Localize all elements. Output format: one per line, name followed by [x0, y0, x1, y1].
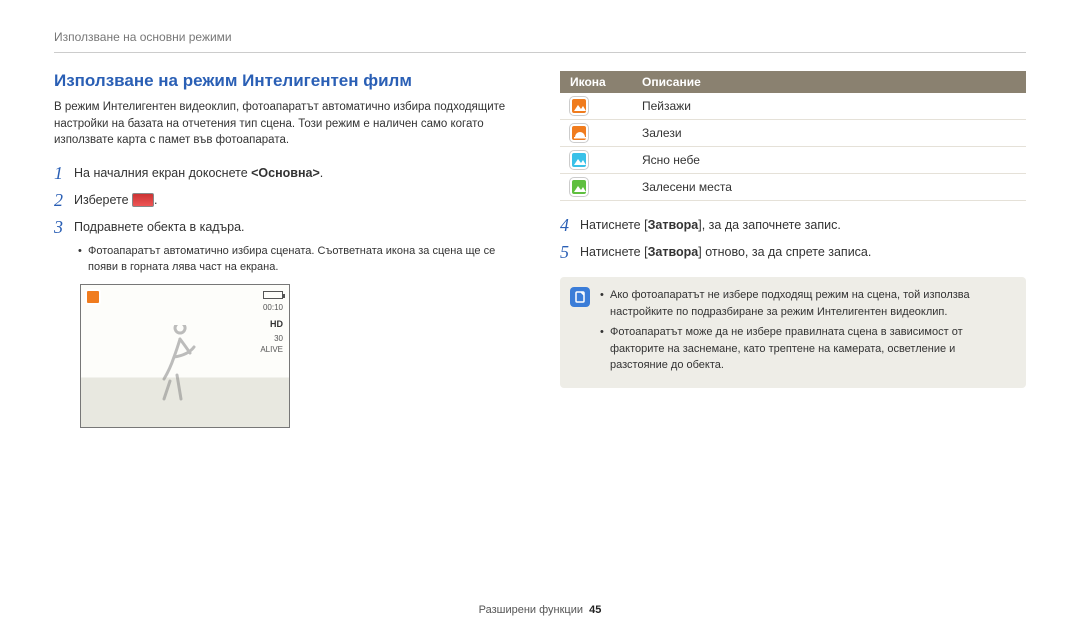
step-number: 3	[54, 217, 74, 238]
section-title: Използване на режим Интелигентен филм	[54, 71, 520, 91]
intro-paragraph: В режим Интелигентен видеоклип, фотоапар…	[54, 99, 520, 149]
cell-desc: Залесени места	[632, 174, 1026, 201]
forest-icon	[570, 178, 588, 196]
th-icon: Икона	[560, 71, 632, 93]
step-text: Натиснете [Затвора], за да започнете зап…	[580, 215, 841, 232]
table-row: Залесени места	[560, 174, 1026, 201]
step-2: 2 Изберете .	[54, 190, 520, 211]
th-desc: Описание	[632, 71, 1026, 93]
right-column: Икона Описание Пейзажи Залези	[560, 71, 1026, 428]
sunset-icon	[570, 124, 588, 142]
note-box: Ако фотоапаратът не избере подходящ режи…	[560, 277, 1026, 388]
step-text: Изберете .	[74, 190, 158, 208]
note-list: Ако фотоапаратът не избере подходящ режи…	[600, 287, 1012, 378]
step-3: 3 Подравнете обекта в кадъра.	[54, 217, 520, 238]
skater-figure	[155, 325, 205, 405]
icon-description-table: Икона Описание Пейзажи Залези	[560, 71, 1026, 201]
step-text: Натиснете [Затвора] отново, за да спрете…	[580, 242, 871, 259]
sub-bullet: Фотоапаратът автоматично избира сцената.…	[54, 244, 520, 276]
step-number: 4	[560, 215, 580, 236]
running-header: Използване на основни режими	[54, 30, 1026, 44]
battery-icon	[263, 291, 283, 299]
step-text: Подравнете обекта в кадъра.	[74, 217, 245, 234]
page: Използване на основни режими Използване …	[0, 0, 1080, 630]
side-labels: 30 ALIVE	[260, 333, 283, 355]
step-4: 4 Натиснете [Затвора], за да започнете з…	[560, 215, 1026, 236]
hd-label: HD	[270, 319, 283, 329]
sky-icon	[570, 151, 588, 169]
step-5: 5 Натиснете [Затвора] отново, за да спре…	[560, 242, 1026, 263]
two-column-layout: Използване на режим Интелигентен филм В …	[54, 71, 1026, 428]
time-counter: 00:10	[263, 303, 283, 312]
smart-mode-icon	[132, 193, 154, 207]
table-row: Пейзажи	[560, 93, 1026, 120]
note-item: Ако фотоапаратът не избере подходящ режи…	[600, 287, 1012, 320]
table-row: Ясно небе	[560, 147, 1026, 174]
note-item: Фотоапаратът може да не избере правилнат…	[600, 324, 1012, 374]
steps-right: 4 Натиснете [Затвора], за да започнете з…	[560, 215, 1026, 263]
page-footer: Разширени функции 45	[0, 604, 1080, 616]
header-separator	[54, 52, 1026, 53]
cell-desc: Пейзажи	[632, 93, 1026, 120]
step-number: 5	[560, 242, 580, 263]
scene-icon-overlay	[85, 289, 101, 305]
step-text: На началния екран докоснете <Основна>.	[74, 163, 323, 180]
cell-desc: Ясно небе	[632, 147, 1026, 174]
table-row: Залези	[560, 120, 1026, 147]
step-number: 2	[54, 190, 74, 211]
camera-preview-illustration: 00:10 HD 30 ALIVE	[80, 284, 290, 428]
step-number: 1	[54, 163, 74, 184]
left-column: Използване на режим Интелигентен филм В …	[54, 71, 520, 428]
steps-left: 1 На началния екран докоснете <Основна>.…	[54, 163, 520, 238]
cell-desc: Залези	[632, 120, 1026, 147]
step-1: 1 На началния екран докоснете <Основна>.	[54, 163, 520, 184]
landscape-icon	[570, 97, 588, 115]
info-icon	[570, 287, 590, 307]
